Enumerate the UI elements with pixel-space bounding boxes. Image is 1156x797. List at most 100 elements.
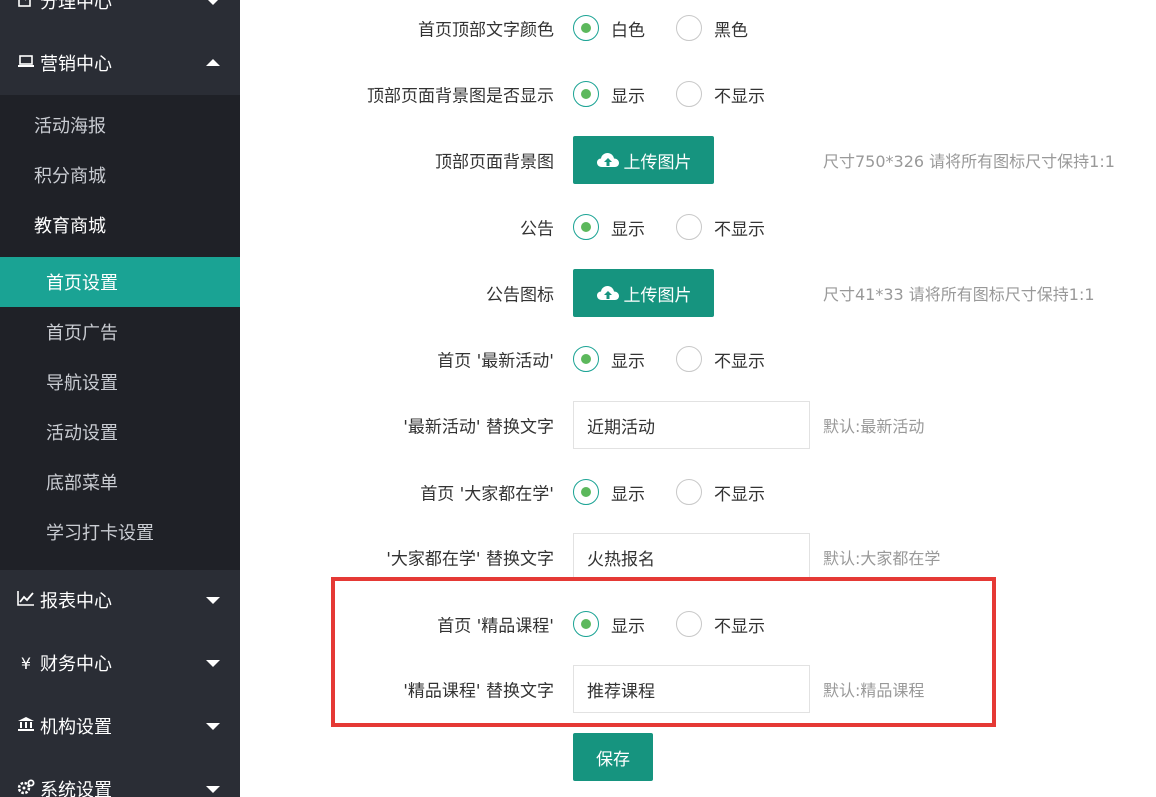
form-row-everyone-learning: 首页 '大家都在学' 显示 不显示 [260, 467, 1156, 517]
nav-group-system[interactable]: 系统设置 [0, 757, 240, 797]
radio-checked[interactable] [573, 81, 599, 107]
radio-label: 不显示 [714, 219, 765, 240]
sidebar-item-label: 导航设置 [46, 373, 118, 394]
chevron-down-icon [206, 723, 220, 730]
radio-show[interactable]: 显示 [573, 346, 645, 372]
radio-white[interactable]: 白色 [573, 15, 645, 41]
radio-hide[interactable]: 不显示 [676, 81, 765, 107]
default-hint: 默认:大家都在学 [823, 549, 941, 568]
upload-label: 上传图片 [623, 285, 692, 306]
radio-hide[interactable]: 不显示 [676, 611, 765, 637]
nav-group-label: 分理中心 [40, 0, 112, 13]
sidebar-item-label: 教育商城 [34, 216, 106, 237]
field-label: 首页 '大家都在学' [420, 484, 554, 505]
form-row-notice: 公告 显示 不显示 [260, 202, 1156, 252]
edit-icon [14, 0, 38, 11]
radio-label: 不显示 [714, 86, 765, 107]
radio-label: 不显示 [714, 616, 765, 637]
radio-checked[interactable] [573, 15, 599, 41]
radio-black[interactable]: 黑色 [676, 15, 748, 41]
nav-group-institution[interactable]: 机构设置 [0, 694, 240, 758]
upload-image-button[interactable]: 上传图片 [573, 136, 714, 184]
chevron-down-icon [206, 0, 220, 5]
radio-unchecked[interactable] [676, 81, 702, 107]
nav-group-finance[interactable]: ¥ 财务中心 [0, 631, 240, 695]
radio-show[interactable]: 显示 [573, 214, 645, 240]
form-row-notice-icon: 公告图标 上传图片 尺寸41*33 请将所有图标尺寸保持1:1 [260, 268, 1156, 318]
marketing-submenu: 活动海报 积分商城 教育商城 首页设置 首页广告 导航设置 活动设置 底部菜单 … [0, 95, 240, 570]
radio-hide[interactable]: 不显示 [676, 479, 765, 505]
radio-unchecked[interactable] [676, 611, 702, 637]
field-label: 首页顶部文字颜色 [418, 20, 554, 41]
chevron-up-icon [206, 59, 220, 66]
chevron-down-icon [206, 597, 220, 604]
sidebar-item-points-mall[interactable]: 积分商城 [0, 150, 240, 200]
sidebar-item-poster[interactable]: 活动海报 [0, 100, 240, 150]
form-row-featured-courses-text: '精品课程' 替换文字 默认:精品课程 [260, 664, 1156, 714]
radio-checked[interactable] [573, 214, 599, 240]
field-label: 首页 '精品课程' [437, 616, 554, 637]
replace-text-input[interactable] [573, 665, 810, 713]
laptop-icon [14, 53, 38, 73]
upload-image-button[interactable]: 上传图片 [573, 269, 714, 317]
nav-group-marketing[interactable]: 营销中心 [0, 31, 240, 95]
radio-checked[interactable] [573, 479, 599, 505]
nav-group-management[interactable]: 分理中心 [0, 0, 240, 33]
radio-checked[interactable] [573, 611, 599, 637]
radio-label: 白色 [611, 20, 645, 41]
chevron-down-icon [206, 786, 220, 793]
cogs-icon [14, 779, 38, 797]
radio-unchecked[interactable] [676, 479, 702, 505]
radio-label: 黑色 [714, 20, 748, 41]
form-row-everyone-learning-text: '大家都在学' 替换文字 默认:大家都在学 [260, 532, 1156, 582]
replace-text-input[interactable] [573, 533, 810, 581]
sidebar-item-label: 活动海报 [34, 116, 106, 137]
field-label: '大家都在学' 替换文字 [386, 549, 554, 570]
radio-label: 显示 [611, 86, 645, 107]
yen-icon: ¥ [20, 653, 32, 673]
field-label: 公告 [520, 219, 554, 240]
radio-unchecked[interactable] [676, 214, 702, 240]
nav-group-label: 营销中心 [40, 54, 112, 75]
save-button[interactable]: 保存 [573, 733, 653, 781]
radio-hide[interactable]: 不显示 [676, 214, 765, 240]
radio-unchecked[interactable] [676, 15, 702, 41]
default-hint: 默认:精品课程 [823, 681, 925, 700]
radio-unchecked[interactable] [676, 346, 702, 372]
radio-hide[interactable]: 不显示 [676, 346, 765, 372]
default-hint: 默认:最新活动 [823, 417, 925, 436]
radio-label: 不显示 [714, 484, 765, 505]
sidebar-item-nav-settings[interactable]: 导航设置 [0, 357, 240, 407]
sidebar-item-checkin-settings[interactable]: 学习打卡设置 [0, 507, 240, 557]
sidebar-item-home-settings[interactable]: 首页设置 [0, 257, 240, 307]
form-row-top-text-color: 首页顶部文字颜色 白色 黑色 [260, 3, 1156, 53]
upload-label: 上传图片 [623, 152, 692, 173]
main-content: 首页顶部文字颜色 白色 黑色 顶部页面背景图是否显示 显示 不显示 顶部页面背景… [260, 0, 1156, 797]
field-label: 公告图标 [486, 285, 554, 306]
chevron-down-icon [206, 660, 220, 667]
replace-text-input[interactable] [573, 401, 810, 449]
radio-checked[interactable] [573, 346, 599, 372]
radio-label: 显示 [611, 484, 645, 505]
radio-show[interactable]: 显示 [573, 611, 645, 637]
nav-group-reports[interactable]: 报表中心 [0, 568, 240, 632]
radio-show[interactable]: 显示 [573, 479, 645, 505]
sidebar-item-home-ads[interactable]: 首页广告 [0, 307, 240, 357]
radio-show[interactable]: 显示 [573, 81, 645, 107]
cloud-upload-icon [596, 286, 619, 300]
form-row-featured-courses: 首页 '精品课程' 显示 不显示 [260, 599, 1156, 649]
form-row-top-bg-image: 顶部页面背景图 上传图片 尺寸750*326 请将所有图标尺寸保持1:1 [260, 135, 1156, 185]
sidebar: 分理中心 营销中心 活动海报 积分商城 教育商城 首页设置 首页广告 导航设置 [0, 0, 240, 797]
size-hint: 尺寸750*326 请将所有图标尺寸保持1:1 [823, 152, 1115, 171]
sidebar-item-label: 活动设置 [46, 423, 118, 444]
nav-group-label: 系统设置 [40, 780, 112, 797]
cloud-upload-icon [596, 153, 619, 167]
sidebar-item-bottom-menu[interactable]: 底部菜单 [0, 457, 240, 507]
sidebar-item-label: 首页设置 [46, 273, 118, 294]
sidebar-item-activity-settings[interactable]: 活动设置 [0, 407, 240, 457]
field-label: 顶部页面背景图 [435, 152, 554, 173]
field-label: '精品课程' 替换文字 [403, 681, 554, 702]
form-row-top-bg-show: 顶部页面背景图是否显示 显示 不显示 [260, 69, 1156, 119]
sidebar-item-education-mall[interactable]: 教育商城 [0, 200, 240, 250]
nav-group-label: 报表中心 [40, 591, 112, 612]
